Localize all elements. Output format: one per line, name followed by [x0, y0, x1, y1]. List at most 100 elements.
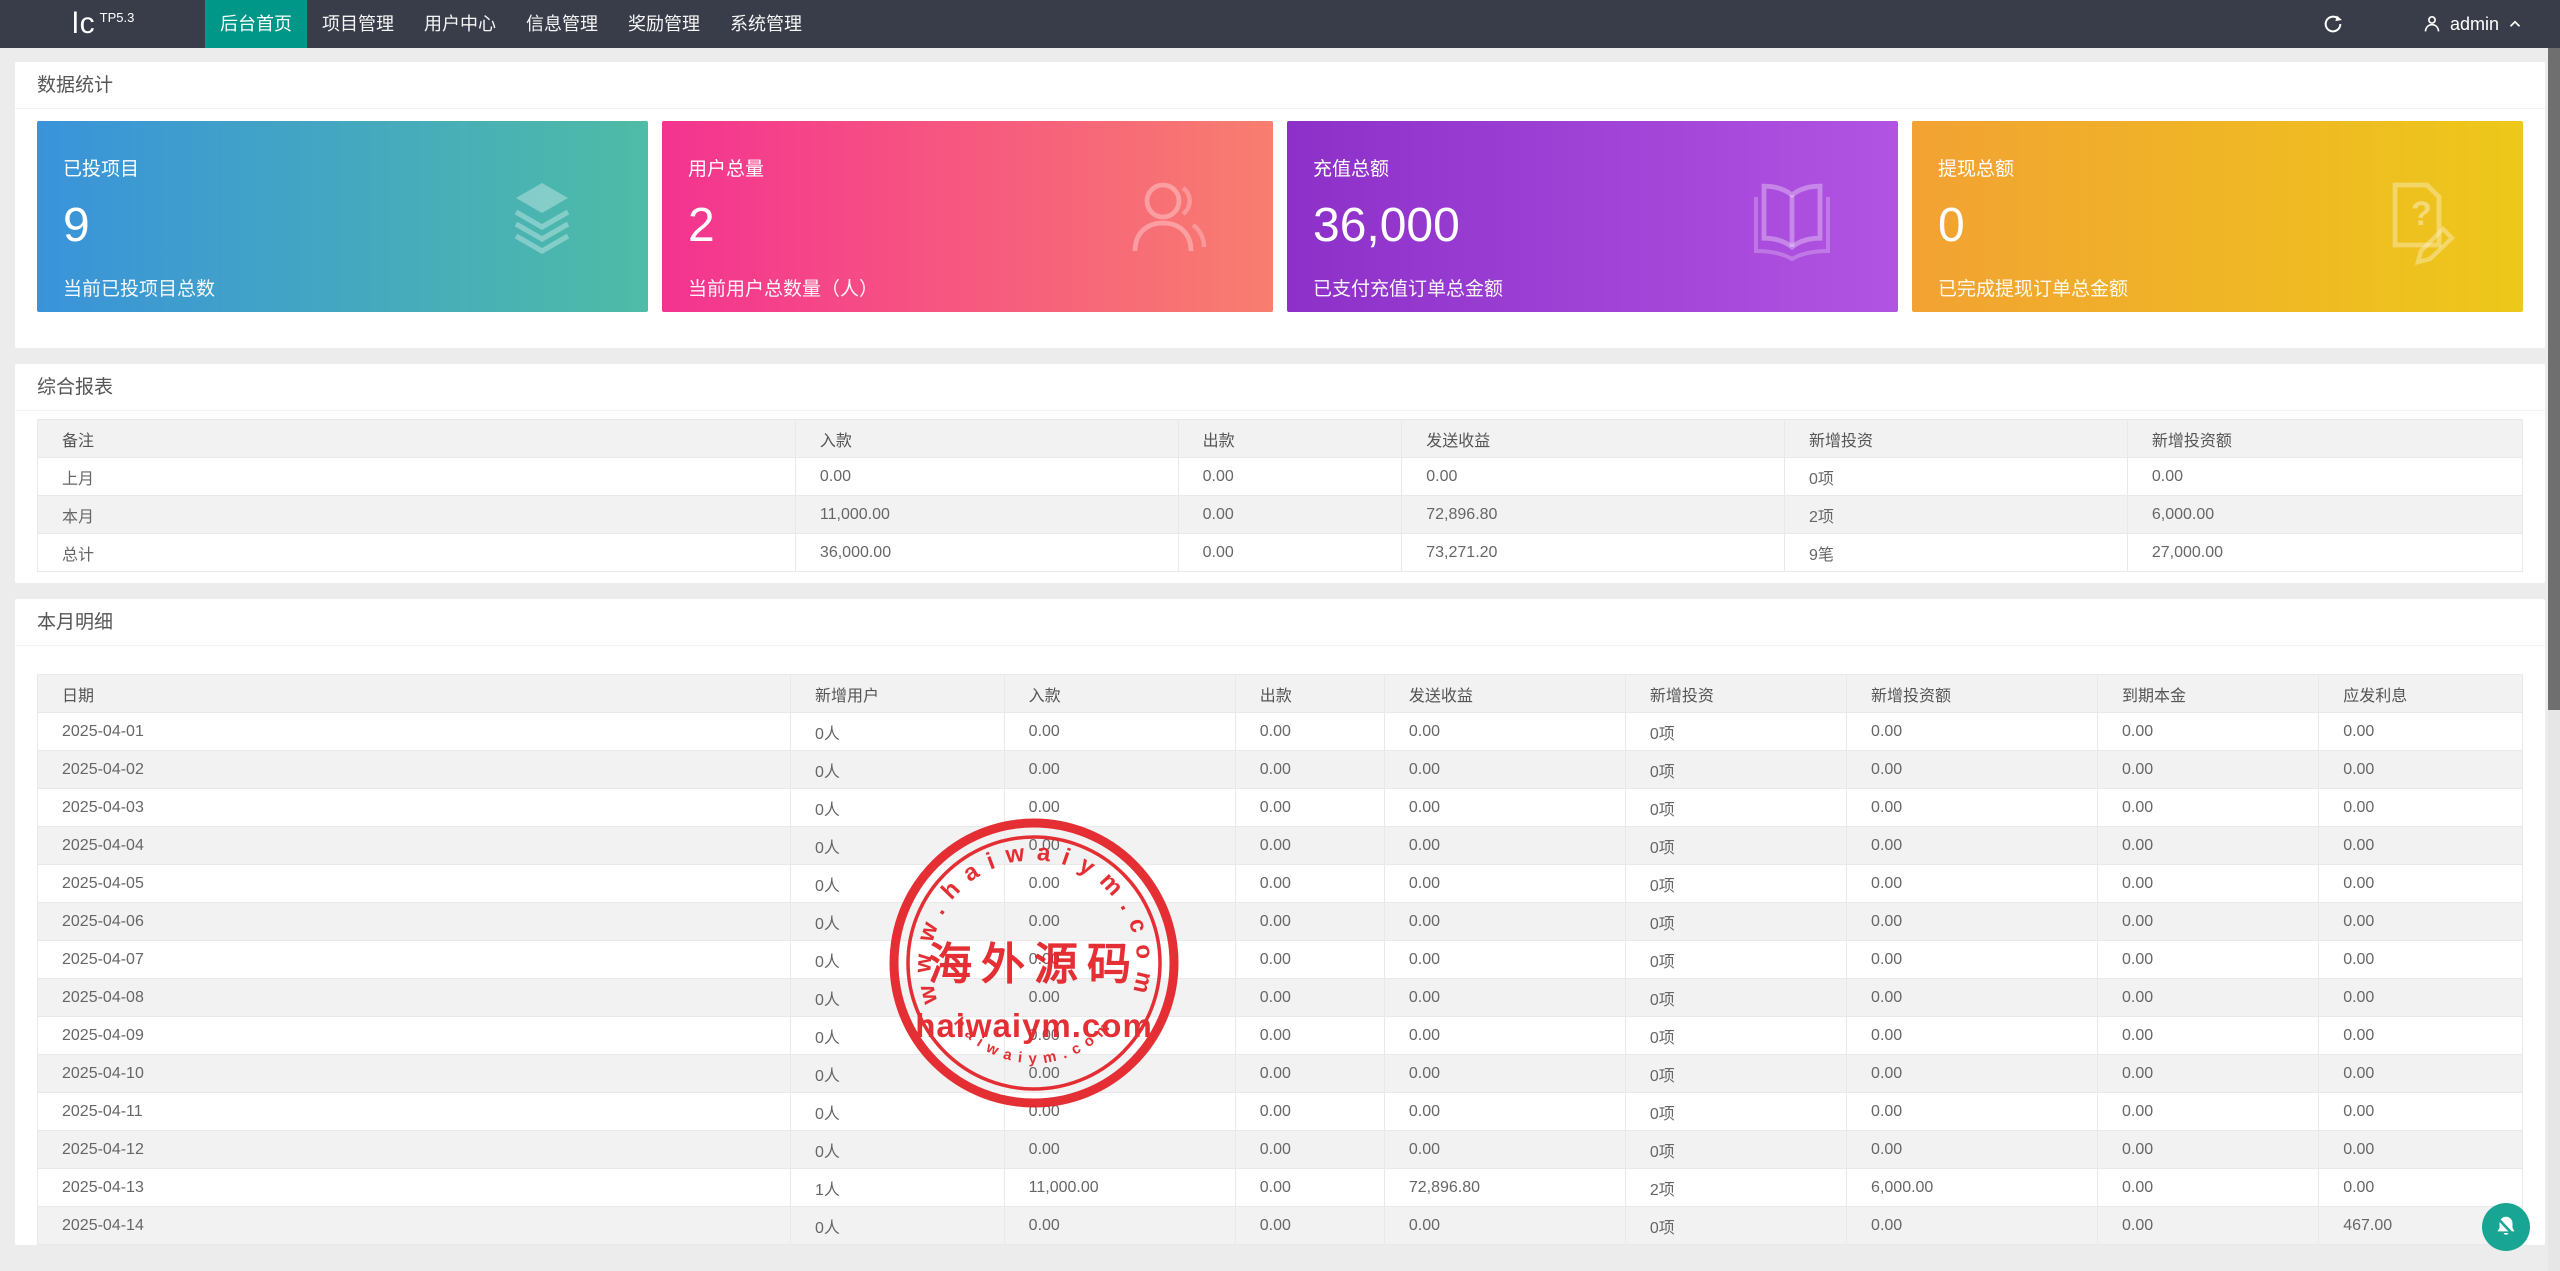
table-cell: 0人	[790, 941, 1004, 979]
table-row: 2025-04-020人0.000.000.000项0.000.000.00	[38, 751, 2523, 789]
table-cell: 0.00	[1235, 1017, 1384, 1055]
table-cell: 0人	[790, 713, 1004, 751]
nav-item-4[interactable]: 奖励管理	[613, 0, 715, 48]
table-cell: 0.00	[1235, 1093, 1384, 1131]
table-cell: 0.00	[2098, 1131, 2319, 1169]
scrollbar-thumb[interactable]	[2548, 48, 2560, 710]
table-cell: 0人	[790, 865, 1004, 903]
nav-item-1[interactable]: 项目管理	[307, 0, 409, 48]
table-row: 上月0.000.000.000项0.00	[38, 458, 2523, 496]
nav-item-3[interactable]: 信息管理	[511, 0, 613, 48]
table-cell: 72,896.80	[1384, 1169, 1625, 1207]
table-cell: 0项	[1625, 751, 1846, 789]
table-cell: 36,000.00	[795, 534, 1178, 572]
table-cell: 0.00	[1235, 789, 1384, 827]
bell-off-icon	[2493, 1214, 2519, 1240]
table-cell: 0.00	[1847, 1207, 2098, 1245]
table-cell: 0.00	[1847, 751, 2098, 789]
table-cell: 0.00	[2319, 979, 2523, 1017]
table-cell: 0.00	[1235, 1207, 1384, 1245]
table-cell: 0项	[1625, 713, 1846, 751]
refresh-button[interactable]	[2305, 0, 2361, 48]
table-cell: 2项	[1625, 1169, 1846, 1207]
table-cell: 6,000.00	[2127, 496, 2522, 534]
table-cell: 0.00	[1004, 827, 1235, 865]
column-header: 出款	[1235, 675, 1384, 713]
table-cell: 0.00	[2319, 1169, 2523, 1207]
table-cell: 0.00	[1847, 1055, 2098, 1093]
chevron-up-icon	[2506, 15, 2524, 33]
table-cell: 0人	[790, 1131, 1004, 1169]
table-cell: 72,896.80	[1402, 496, 1785, 534]
table-row: 2025-04-131人11,000.000.0072,896.802项6,00…	[38, 1169, 2523, 1207]
table-cell: 0.00	[2098, 1169, 2319, 1207]
table-row: 2025-04-060人0.000.000.000项0.000.000.00	[38, 903, 2523, 941]
table-row: 本月11,000.000.0072,896.802项6,000.00	[38, 496, 2523, 534]
table-cell: 0.00	[1847, 1131, 2098, 1169]
scrollbar-track[interactable]	[2548, 48, 2560, 1271]
table-cell: 0项	[1625, 903, 1846, 941]
table-cell: 0.00	[1847, 941, 2098, 979]
table-cell: 0.00	[2319, 903, 2523, 941]
table-cell: 0.00	[1235, 1055, 1384, 1093]
table-cell: 0.00	[795, 458, 1178, 496]
top-navbar: lc TP5.3 后台首页项目管理用户中心信息管理奖励管理系统管理 admin	[0, 0, 2560, 48]
notifications-toggle-button[interactable]	[2482, 1203, 2530, 1251]
card-desc: 当前已投项目总数	[63, 274, 622, 301]
month-detail-panel: 本月明细 日期新增用户入款出款发送收益新增投资新增投资额到期本金应发利息2025…	[15, 599, 2545, 1245]
table-cell: 2025-04-05	[38, 865, 791, 903]
table-cell: 2025-04-14	[38, 1207, 791, 1245]
table-row: 2025-04-140人0.000.000.000项0.000.00467.00	[38, 1207, 2523, 1245]
column-header: 入款	[795, 420, 1178, 458]
table-cell: 本月	[38, 496, 796, 534]
doc-question-icon: ?	[2369, 169, 2465, 265]
table-cell: 0人	[790, 979, 1004, 1017]
nav-item-5[interactable]: 系统管理	[715, 0, 817, 48]
table-row: 2025-04-110人0.000.000.000项0.000.000.00	[38, 1093, 2523, 1131]
stat-card-total-recharge: 充值总额 36,000 已支付充值订单总金额	[1287, 121, 1898, 312]
table-cell: 0项	[1625, 941, 1846, 979]
table-cell: 0.00	[1235, 1131, 1384, 1169]
table-cell: 0.00	[2098, 865, 2319, 903]
table-cell: 0.00	[2098, 1055, 2319, 1093]
table-cell: 2025-04-09	[38, 1017, 791, 1055]
stat-card-total-users: 用户总量 2 当前用户总数量（人）	[662, 121, 1273, 312]
table-cell: 1人	[790, 1169, 1004, 1207]
nav-item-2[interactable]: 用户中心	[409, 0, 511, 48]
table-cell: 0.00	[1004, 1131, 1235, 1169]
summary-panel-title: 综合报表	[15, 364, 2545, 411]
table-cell: 2025-04-03	[38, 789, 791, 827]
table-cell: 2025-04-06	[38, 903, 791, 941]
table-cell: 0.00	[1847, 1093, 2098, 1131]
layers-icon	[494, 169, 590, 265]
table-cell: 0.00	[2098, 1207, 2319, 1245]
card-desc: 当前用户总数量（人）	[688, 274, 1247, 301]
table-cell: 0人	[790, 1017, 1004, 1055]
user-menu[interactable]: admin	[2361, 13, 2534, 35]
table-cell: 0.00	[2319, 1055, 2523, 1093]
table-cell: 0.00	[1384, 903, 1625, 941]
table-cell: 0.00	[1004, 751, 1235, 789]
table-cell: 0.00	[1004, 713, 1235, 751]
table-cell: 0.00	[2319, 751, 2523, 789]
table-cell: 0.00	[1178, 458, 1402, 496]
table-cell: 0.00	[1178, 496, 1402, 534]
table-cell: 0.00	[2319, 941, 2523, 979]
table-cell: 0人	[790, 789, 1004, 827]
summary-report-table: 备注入款出款发送收益新增投资新增投资额上月0.000.000.000项0.00本…	[37, 419, 2523, 572]
table-cell: 0.00	[1847, 1017, 2098, 1055]
column-header: 应发利息	[2319, 675, 2523, 713]
detail-panel-title: 本月明细	[15, 599, 2545, 646]
table-cell: 2025-04-11	[38, 1093, 791, 1131]
table-cell: 2项	[1784, 496, 2127, 534]
nav-item-0[interactable]: 后台首页	[205, 0, 307, 48]
table-row: 2025-04-050人0.000.000.000项0.000.000.00	[38, 865, 2523, 903]
table-cell: 0.00	[1235, 713, 1384, 751]
table-cell: 0.00	[1004, 865, 1235, 903]
column-header: 备注	[38, 420, 796, 458]
table-cell: 2025-04-02	[38, 751, 791, 789]
table-cell: 0.00	[1235, 865, 1384, 903]
refresh-icon	[2322, 13, 2344, 35]
table-cell: 0.00	[2098, 903, 2319, 941]
app-logo: lc TP5.3	[0, 0, 205, 48]
